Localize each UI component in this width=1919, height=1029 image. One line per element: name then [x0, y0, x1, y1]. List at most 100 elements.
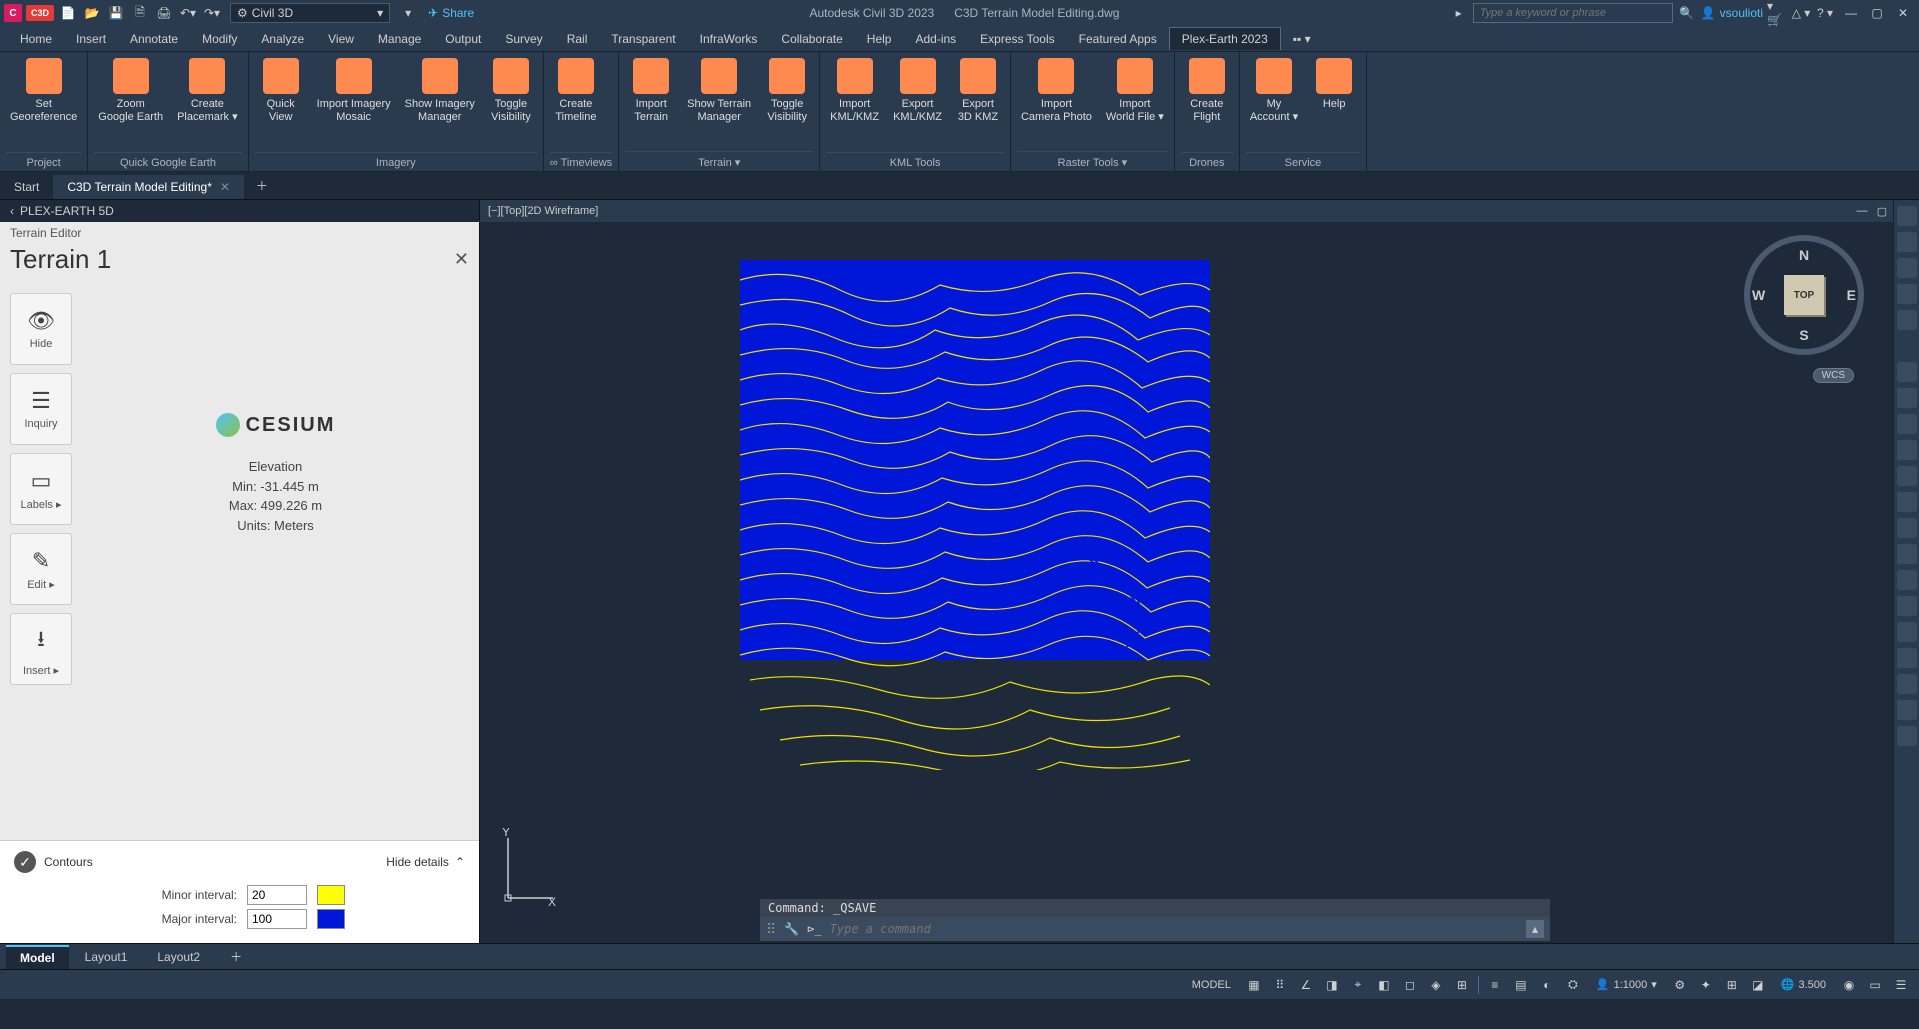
status-lineweight-icon[interactable]: ≡ — [1485, 975, 1505, 995]
vp-minimize-icon[interactable]: — — [1853, 203, 1871, 219]
ribbon-create-placemark-button[interactable]: Create Placemark ▾ — [173, 56, 242, 152]
terrain-inquiry-button[interactable]: ☰Inquiry — [10, 373, 72, 445]
terrain-insert-button[interactable]: ⭳Insert ▸ — [10, 613, 72, 685]
qat-plot-icon[interactable]: 🖨 — [154, 3, 174, 23]
nav-tool-icon[interactable] — [1897, 700, 1917, 720]
status-annoscale-icon[interactable]: ✦ — [1696, 975, 1716, 995]
layout-tab-layout1[interactable]: Layout1 — [71, 946, 142, 968]
wcs-badge[interactable]: WCS — [1813, 368, 1854, 383]
nav-tool-icon[interactable] — [1897, 674, 1917, 694]
nav-tool-icon[interactable] — [1897, 596, 1917, 616]
minor-interval-input[interactable] — [247, 885, 307, 905]
maximize-button[interactable]: ▢ — [1865, 3, 1889, 23]
ribbon-toggle-visibility-button[interactable]: Toggle Visibility — [485, 56, 537, 152]
menu-express-tools[interactable]: Express Tools — [968, 28, 1066, 50]
minimize-button[interactable]: — — [1839, 3, 1863, 23]
view-cube[interactable]: N S E W TOP — [1744, 235, 1864, 355]
ribbon-quick-view-button[interactable]: Quick View — [255, 56, 307, 152]
status-scale[interactable]: 👤 1:1000 ▾ — [1589, 975, 1664, 994]
status-iso-icon[interactable]: ◧ — [1374, 975, 1394, 995]
menu-manage[interactable]: Manage — [366, 28, 433, 50]
sidebar-header[interactable]: ‹ PLEX-EARTH 5D — [0, 200, 479, 222]
terrain-labels-button[interactable]: ▭Labels ▸ — [10, 453, 72, 525]
status-hw-icon[interactable]: ◉ — [1839, 975, 1859, 995]
nav-tool-icon[interactable] — [1897, 622, 1917, 642]
status-custom-icon[interactable]: ☰ — [1891, 975, 1911, 995]
doc-tab-c3d-terrain-model-editing-[interactable]: C3D Terrain Model Editing*✕ — [53, 175, 244, 199]
terrain-edit-button[interactable]: ✎Edit ▸ — [10, 533, 72, 605]
nav-tool-icon[interactable] — [1897, 570, 1917, 590]
menu-infraworks[interactable]: InfraWorks — [688, 28, 770, 50]
hide-details-button[interactable]: Hide details ⌃ — [386, 855, 465, 869]
nav-orbit-icon[interactable] — [1897, 284, 1917, 304]
menu-collaborate[interactable]: Collaborate — [769, 28, 854, 50]
close-button[interactable]: ✕ — [1891, 3, 1915, 23]
status-annomon-icon[interactable]: ⛭ — [1563, 975, 1583, 995]
ribbon-export-kml-kmz-button[interactable]: Export KML/KMZ — [889, 56, 946, 152]
nav-tool-icon[interactable] — [1897, 362, 1917, 382]
ribbon-help-button[interactable]: Help — [1308, 56, 1360, 152]
ribbon-import-terrain-button[interactable]: Import Terrain — [625, 56, 677, 151]
menu-featured-apps[interactable]: Featured Apps — [1067, 28, 1169, 50]
major-interval-input[interactable] — [247, 909, 307, 929]
menu-overflow-icon[interactable]: ▪▪ ▾ — [1281, 28, 1323, 50]
ribbon-show-terrain-manager-button[interactable]: Show Terrain Manager — [683, 56, 755, 151]
nav-tool-icon[interactable] — [1897, 466, 1917, 486]
ribbon-show-imagery-manager-button[interactable]: Show Imagery Manager — [401, 56, 479, 152]
title-nav-icon[interactable]: ▸ — [1449, 3, 1469, 23]
ribbon-import-kml-kmz-button[interactable]: Import KML/KMZ — [826, 56, 883, 152]
nav-pan-icon[interactable] — [1897, 232, 1917, 252]
status-snap-icon[interactable]: ⠿ — [1270, 975, 1290, 995]
viewport-label[interactable]: [−][Top][2D Wireframe] — [488, 205, 598, 217]
search-input[interactable] — [1473, 3, 1673, 23]
status-3dosnap-icon[interactable]: ◈ — [1426, 975, 1446, 995]
menu-transparent[interactable]: Transparent — [599, 28, 687, 50]
command-input[interactable] — [830, 922, 1518, 936]
menu-plex-earth-2023[interactable]: Plex-Earth 2023 — [1169, 27, 1281, 50]
nav-wheel-icon[interactable] — [1897, 206, 1917, 226]
status-polar-icon[interactable]: ⌖ — [1348, 975, 1368, 995]
cart-icon[interactable]: ▾ 🛒 — [1767, 3, 1787, 23]
compass-w[interactable]: W — [1752, 287, 1765, 303]
nav-tool-icon[interactable] — [1897, 648, 1917, 668]
compass-s[interactable]: S — [1799, 327, 1808, 343]
status-grid-icon[interactable]: ▦ — [1244, 975, 1264, 995]
status-ws-icon[interactable]: ⚙ — [1670, 975, 1690, 995]
nav-tool-icon[interactable] — [1897, 492, 1917, 512]
expand-history-icon[interactable]: ▴ — [1526, 920, 1544, 938]
menu-home[interactable]: Home — [8, 28, 64, 50]
ribbon-import-world-file-button[interactable]: Import World File ▾ — [1102, 56, 1168, 151]
workspace-dropdown[interactable]: ⚙ Civil 3D ▾ — [230, 3, 390, 23]
viewport[interactable]: [−][Top][2D Wireframe] — ▢ ✕ — [480, 200, 1919, 943]
status-infer-icon[interactable]: ∠ — [1296, 975, 1316, 995]
nav-tool-icon[interactable] — [1897, 414, 1917, 434]
add-tab-button[interactable]: ＋ — [244, 172, 280, 199]
menu-survey[interactable]: Survey — [493, 28, 554, 50]
status-cycle-icon[interactable]: ◐ — [1537, 975, 1557, 995]
search-icon[interactable]: 🔍 — [1677, 3, 1697, 23]
status-decimal[interactable]: 🌐 3.500 — [1774, 975, 1833, 994]
menu-add-ins[interactable]: Add-ins — [903, 28, 968, 50]
ribbon-set-georeference-button[interactable]: Set Georeference — [6, 56, 81, 152]
status-clean-icon[interactable]: ▭ — [1865, 975, 1885, 995]
nav-tool-icon[interactable] — [1897, 440, 1917, 460]
drag-handle-icon[interactable]: ⠿ — [766, 921, 776, 938]
nav-showmotion-icon[interactable] — [1897, 310, 1917, 330]
close-icon[interactable]: ✕ — [454, 249, 469, 270]
ribbon-create-flight-button[interactable]: Create Flight — [1181, 56, 1233, 152]
nav-tool-icon[interactable] — [1897, 388, 1917, 408]
nav-tool-icon[interactable] — [1897, 726, 1917, 746]
status-osnap-icon[interactable]: ◻ — [1400, 975, 1420, 995]
terrain-hide-button[interactable]: 👁Hide — [10, 293, 72, 365]
ribbon-export-3d-kmz-button[interactable]: Export 3D KMZ — [952, 56, 1004, 152]
compass-n[interactable]: N — [1799, 247, 1809, 263]
menu-insert[interactable]: Insert — [64, 28, 118, 50]
ribbon-import-imagery-mosaic-button[interactable]: Import Imagery Mosaic — [313, 56, 395, 152]
menu-view[interactable]: View — [316, 28, 366, 50]
menu-analyze[interactable]: Analyze — [249, 28, 316, 50]
status-qp-icon[interactable]: ◪ — [1748, 975, 1768, 995]
ribbon-toggle-visibility-button[interactable]: Toggle Visibility — [761, 56, 813, 151]
status-ortho-icon[interactable]: ◨ — [1322, 975, 1342, 995]
status-unit-icon[interactable]: ⊞ — [1722, 975, 1742, 995]
share-button[interactable]: ✈ Share — [422, 4, 480, 22]
